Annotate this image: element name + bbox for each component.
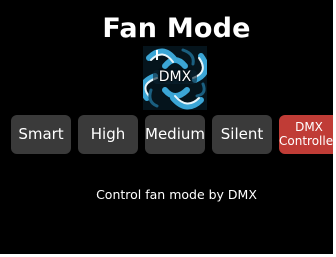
mode-high-button[interactable]: High [78, 115, 138, 154]
fan-mode-selector: Smart High Medium Silent DMX Controlled [11, 115, 333, 154]
mode-dmx-label-line2: Controlled [279, 134, 333, 148]
mode-high-label: High [90, 125, 126, 143]
fan-mode-image: DMX [143, 46, 207, 110]
status-message: Control fan mode by DMX [96, 187, 257, 202]
mode-silent-button[interactable]: Silent [212, 115, 272, 154]
mode-medium-label: Medium [145, 125, 205, 143]
mode-dmx-controlled-button[interactable]: DMX Controlled [279, 115, 333, 154]
mode-smart-label: Smart [18, 125, 64, 143]
mode-medium-button[interactable]: Medium [145, 115, 205, 154]
mode-smart-button[interactable]: Smart [11, 115, 71, 154]
mode-silent-label: Silent [220, 125, 264, 143]
fan-mode-screen: Fan Mode DMX Smart High Medium Silent DM… [0, 0, 333, 254]
fan-image-caption: DMX [158, 69, 192, 85]
mode-dmx-label-line1: DMX [295, 120, 323, 134]
page-title: Fan Mode [102, 13, 251, 44]
